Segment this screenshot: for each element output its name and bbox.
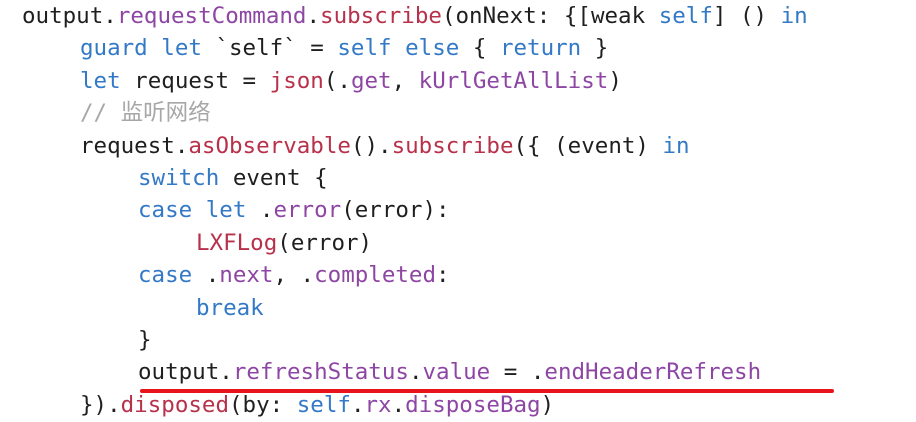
code-token-plain: . [391, 391, 406, 418]
code-token-method: subscribe [391, 132, 514, 159]
code-token-plain: . [408, 359, 423, 386]
code-token-property: refreshStatus [232, 359, 409, 386]
code-token-plain: (by: [229, 391, 297, 418]
code-token-method: json [269, 67, 324, 94]
highlight-underline [140, 389, 834, 393]
code-token-keyword: guard [80, 35, 148, 62]
code-token-keyword: switch [138, 165, 220, 191]
code-token-keyword: break [196, 294, 264, 321]
code-token-method: subscribe [320, 3, 442, 29]
code-token-method: disposed [120, 391, 230, 418]
code-line: break [196, 292, 264, 324]
code-token-keyword: self [296, 391, 351, 418]
code-token-keyword: let [161, 35, 202, 62]
code-token-plain: (error) [277, 229, 373, 256]
code-token-plain: ) [540, 391, 555, 418]
code-token-property: completed [314, 262, 437, 289]
code-token-plain: request = [120, 67, 270, 94]
code-token-plain: request. [80, 132, 189, 159]
code-token-keyword: case [138, 197, 193, 224]
code-token-method: asObservable [188, 132, 351, 159]
code-line: guard let `self` = self else { return } [80, 32, 608, 64]
code-token-plain: : [436, 262, 450, 289]
code-line: case let .error(error): [138, 194, 450, 226]
code-token-plain: ) [608, 67, 622, 94]
code-token-property: next [219, 262, 274, 289]
code-token-keyword: case [138, 262, 193, 289]
code-token-plain: . [246, 197, 274, 224]
code-token-property: rx [364, 391, 392, 418]
code-token-plain: output. [22, 3, 117, 29]
code-line: LXFLog(error) [196, 227, 372, 259]
code-token-property: error [273, 197, 342, 224]
code-token-plain: (onNext: {[weak [441, 3, 659, 29]
code-token-method: LXFLog [196, 229, 278, 256]
code-token-keyword: let [80, 67, 121, 94]
code-token-plain: . [306, 3, 321, 29]
code-token-plain: { [459, 35, 500, 62]
code-token-plain: (error): [341, 197, 450, 224]
code-token-keyword: in [662, 132, 690, 159]
code-token-keyword: return [499, 35, 582, 62]
code-token-keyword: self [337, 35, 392, 62]
code-token-plain: `self` = [201, 35, 338, 62]
code-token-plain: ({ (event) [513, 132, 663, 159]
code-line: request.asObservable().subscribe({ (even… [80, 130, 690, 162]
code-line: output.refreshStatus.value = .endHeaderR… [138, 356, 761, 388]
code-token-plain: = . [490, 359, 545, 386]
code-token-plain: }). [80, 391, 121, 418]
code-token-keyword: self [658, 3, 713, 29]
code-editor: output.requestCommand.subscribe(onNext: … [0, 0, 916, 422]
code-token-plain: . [192, 262, 220, 289]
code-token-plain: ] () [712, 3, 781, 29]
code-token-plain: , . [273, 262, 315, 289]
code-token-plain: output. [138, 359, 233, 386]
code-token-plain: (. [323, 67, 351, 94]
code-line: case .next, .completed: [138, 259, 450, 291]
code-token-comment: // 监听网络 [80, 100, 211, 127]
code-token-plain: } [138, 327, 152, 353]
code-token-property: value [422, 359, 491, 386]
code-token-property: endHeaderRefresh [544, 359, 762, 386]
code-line: }).disposed(by: self.rx.disposeBag) [80, 389, 554, 421]
code-token-property: disposeBag [405, 391, 541, 418]
code-token-keyword: in [780, 3, 808, 29]
code-token-plain: } [581, 35, 609, 62]
code-line: switch event { [138, 162, 328, 194]
code-token-keyword: let [205, 197, 247, 224]
code-token-keyword: else [405, 35, 460, 62]
code-token-plain: event { [219, 165, 328, 191]
code-token-plain: , [391, 67, 419, 94]
code-line: // 监听网络 [80, 97, 211, 129]
code-line: let request = json(.get, kUrlGetAllList) [80, 65, 622, 97]
code-token-plain: . [350, 391, 365, 418]
code-token-plain: (). [350, 132, 392, 159]
code-line: } [138, 324, 152, 356]
code-token-property: get [350, 67, 392, 94]
code-token-property: kUrlGetAllList [418, 67, 609, 94]
code-token-property: requestCommand [116, 3, 307, 29]
code-line: output.requestCommand.subscribe(onNext: … [22, 0, 808, 32]
